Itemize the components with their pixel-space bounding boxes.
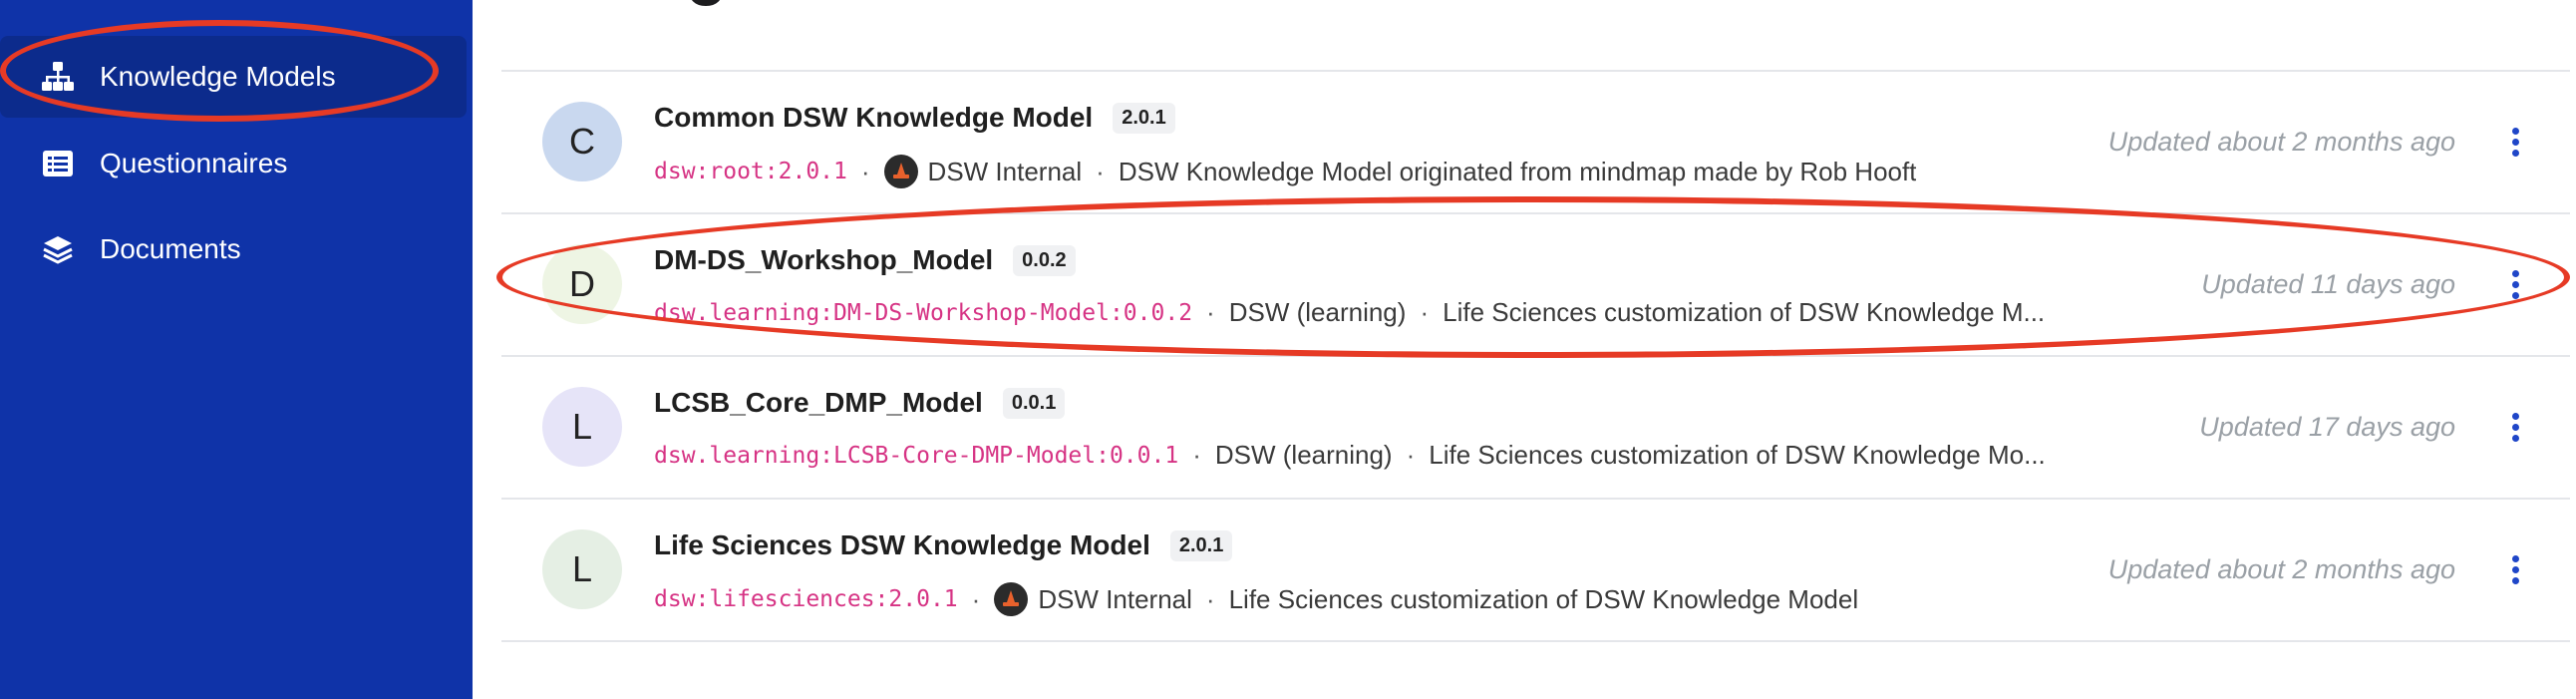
dot-icon xyxy=(2511,269,2519,277)
organization-name: DSW (learning) xyxy=(1214,440,1393,470)
layers-icon xyxy=(40,231,76,267)
more-options-button[interactable] xyxy=(2500,264,2530,304)
more-options-button[interactable] xyxy=(2500,549,2530,589)
more-options-button[interactable] xyxy=(2500,122,2530,162)
km-id: dsw:lifesciences:2.0.1 xyxy=(654,586,958,612)
list-item[interactable]: L LCSB_Core_DMP_Model 0.0.1 dsw.learning… xyxy=(501,355,2570,498)
km-name[interactable]: Common DSW Knowledge Model xyxy=(654,102,1093,134)
more-options-button[interactable] xyxy=(2500,407,2530,447)
dot-icon xyxy=(2511,127,2519,135)
separator: · xyxy=(1096,156,1105,186)
organization-logo-icon xyxy=(994,582,1029,616)
organization-logo-icon xyxy=(883,155,918,188)
km-id: dsw.learning:DM-DS-Workshop-Model:0.0.2 xyxy=(654,299,1193,326)
separator: · xyxy=(1205,583,1215,614)
sidebar-item-label: Questionnaires xyxy=(100,148,288,178)
km-name[interactable]: DM-DS_Workshop_Model xyxy=(654,244,993,276)
sidebar: Knowledge Models Questionnaires Document… xyxy=(0,0,473,699)
sidebar-item-label: Documents xyxy=(100,233,241,264)
km-description: Life Sciences customization of DSW Knowl… xyxy=(1228,583,1859,614)
km-description: Life Sciences customization of DSW Knowl… xyxy=(1429,440,2046,470)
organization-name: DSW Internal xyxy=(927,156,1083,186)
list-item[interactable]: L Life Sciences DSW Knowledge Model 2.0.… xyxy=(501,498,2570,642)
sitemap-icon xyxy=(40,59,76,95)
avatar: C xyxy=(542,102,622,181)
dot-icon xyxy=(2511,291,2519,299)
page-title-partial xyxy=(688,0,728,20)
updated-time: Updated 11 days ago xyxy=(2201,269,2455,299)
km-name[interactable]: LCSB_Core_DMP_Model xyxy=(654,387,983,419)
dot-icon xyxy=(2511,149,2519,157)
avatar: L xyxy=(542,529,622,609)
organization-name: DSW Internal xyxy=(1038,583,1192,614)
updated-time: Updated about 2 months ago xyxy=(2107,554,2455,584)
dot-icon xyxy=(2511,576,2519,584)
sidebar-item-label: Knowledge Models xyxy=(100,61,336,92)
version-badge: 2.0.1 xyxy=(1113,102,1175,134)
list-item[interactable]: D DM-DS_Workshop_Model 0.0.2 dsw.learnin… xyxy=(501,212,2570,355)
version-badge: 0.0.2 xyxy=(1013,244,1076,276)
dot-icon xyxy=(2511,554,2519,562)
separator: · xyxy=(1406,440,1416,470)
dot-icon xyxy=(2511,423,2519,431)
dot-icon xyxy=(2511,412,2519,420)
dot-icon xyxy=(2511,434,2519,442)
list-item[interactable]: C Common DSW Knowledge Model 2.0.1 dsw:r… xyxy=(501,70,2570,212)
sidebar-item-questionnaires[interactable]: Questionnaires xyxy=(0,123,467,204)
knowledge-model-list: C Common DSW Knowledge Model 2.0.1 dsw:r… xyxy=(501,70,2570,642)
km-id: dsw.learning:LCSB-Core-DMP-Model:0.0.1 xyxy=(654,442,1179,469)
km-description: Life Sciences customization of DSW Knowl… xyxy=(1443,297,2046,327)
updated-time: Updated 17 days ago xyxy=(2199,412,2455,442)
separator: · xyxy=(971,583,981,614)
sidebar-item-documents[interactable]: Documents xyxy=(0,208,467,290)
dot-icon xyxy=(2511,565,2519,573)
version-badge: 0.0.1 xyxy=(1002,387,1066,419)
separator: · xyxy=(1192,440,1201,470)
separator: · xyxy=(860,156,870,186)
sidebar-item-knowledge-models[interactable]: Knowledge Models xyxy=(0,36,467,118)
avatar: D xyxy=(542,244,622,324)
separator: · xyxy=(1420,297,1430,327)
dot-icon xyxy=(2511,280,2519,288)
list-icon xyxy=(40,146,76,181)
km-id: dsw:root:2.0.1 xyxy=(654,159,847,184)
separator: · xyxy=(1206,297,1215,327)
avatar: L xyxy=(542,387,622,467)
km-name[interactable]: Life Sciences DSW Knowledge Model xyxy=(654,529,1150,561)
updated-time: Updated about 2 months ago xyxy=(2107,127,2455,157)
dot-icon xyxy=(2511,138,2519,146)
organization-name: DSW (learning) xyxy=(1228,297,1407,327)
version-badge: 2.0.1 xyxy=(1169,529,1233,561)
km-description: DSW Knowledge Model originated from mind… xyxy=(1118,156,1917,186)
